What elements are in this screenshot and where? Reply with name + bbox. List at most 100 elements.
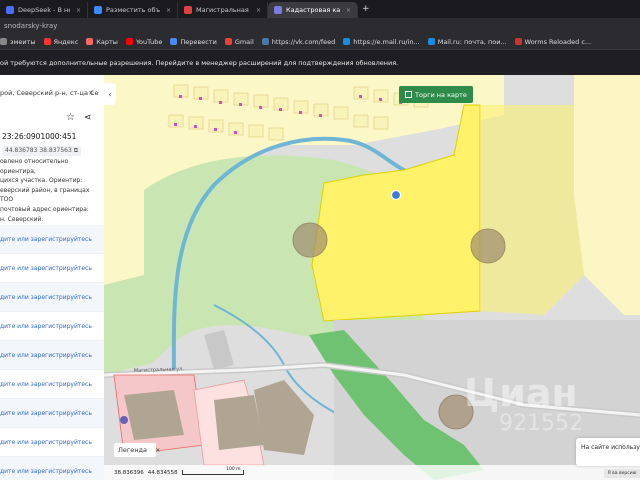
coords-text: 44.836783 38.837563 — [5, 147, 72, 154]
bookmark-item[interactable]: Яндекс — [43, 37, 79, 46]
login-link[interactable]: дите или зарегистрируйтесь — [0, 428, 104, 457]
login-link[interactable]: дите или зарегистрируйтесь — [0, 312, 104, 341]
bookmark-icon — [427, 38, 435, 45]
parcel-sidebar: рой, Северский р-н, ст-ца Се × ☆ ⋖ 23:26… — [0, 75, 104, 480]
map-status-bar: 38.836396 44.834558 100 m — [104, 465, 640, 480]
bookmark-label: Карты — [96, 37, 118, 46]
star-icon[interactable]: ☆ — [66, 112, 75, 123]
extension-notice: ой требуются дополнительные разрешения. … — [0, 51, 640, 75]
description-line: цихся участка. Ориентир: — [0, 177, 83, 185]
tab-close-icon[interactable]: × — [256, 7, 261, 14]
bookmark-item[interactable]: Worms Reloaded с... — [514, 37, 592, 46]
tab-title: Кадастровая карта: Крас — [286, 6, 340, 14]
bookmark-icon — [170, 38, 178, 45]
location-pin-icon[interactable] — [390, 189, 402, 201]
poi-icon[interactable] — [120, 416, 128, 424]
bookmark-label: Яндекс — [53, 37, 79, 46]
torgi-toggle-button[interactable]: Торги на карте — [399, 86, 473, 103]
cookie-accept-button[interactable]: Я ва версию — [604, 469, 640, 478]
bookmarks-bar: змеиты Яндекс Карты YouTube Перевести Gmail ht… — [0, 34, 640, 50]
bookmark-icon — [514, 38, 522, 45]
bookmark-item[interactable]: Перевести — [170, 37, 217, 46]
marker-circle-1[interactable] — [292, 222, 328, 258]
coord-x: 38.836396 — [114, 469, 144, 476]
address-bar[interactable]: snodarsky-kray — [0, 18, 640, 34]
description-line: н. Северский. — [0, 215, 44, 223]
watermark-number: 921552 — [499, 411, 583, 436]
scale-bar: 100 m — [181, 467, 244, 475]
building-1 — [124, 390, 184, 440]
cadastral-number: 23:26:0901000:451 — [2, 132, 77, 141]
login-link[interactable]: дите или зарегистрируйтесь — [0, 254, 104, 283]
bookmark-label: Перевести — [180, 37, 217, 46]
bookmark-label: https://e.mail.ru/in... — [353, 37, 420, 46]
parcel-description: овлено относительно ориентира, цихся учас… — [0, 157, 100, 224]
checkbox-icon — [405, 91, 412, 98]
tab-favicon-icon — [184, 6, 192, 14]
tab-title: DeepSeek - В неизвестн — [18, 6, 70, 14]
tab-bar: DeepSeek - В неизвестн×Разместить объявл… — [0, 0, 640, 18]
url-text: snodarsky-kray — [4, 22, 58, 30]
bookmark-icon — [261, 38, 269, 45]
bookmark-label: https://vk.com/feed — [271, 37, 336, 46]
tab-close-icon[interactable]: × — [166, 7, 171, 14]
description-line: почтовый адрес ориентира: — [0, 205, 89, 213]
cookie-text: На сайте использу — [581, 444, 640, 451]
tab-0[interactable]: DeepSeek - В неизвестн × — [0, 2, 88, 18]
bookmark-label: Worms Reloaded с... — [524, 37, 592, 46]
login-link[interactable]: дите или зарегистрируйтесь — [0, 370, 104, 399]
bookmark-icon — [43, 38, 51, 45]
parcel-coordinates[interactable]: 44.836783 38.837563 ⧉ — [2, 146, 82, 156]
parcel-address: рой, Северский р-н, ст-ца Се — [0, 89, 98, 97]
tab-title: Разместить объявление с — [106, 6, 160, 14]
login-link[interactable]: дите или зарегистрируйтесь — [0, 341, 104, 370]
login-link[interactable]: дите или зарегистрируйтесь — [0, 399, 104, 428]
bookmark-item[interactable]: змеиты — [0, 38, 36, 46]
tab-title: Магистральная улица — — [196, 6, 250, 14]
collapse-sidebar-button[interactable]: ‹ — [104, 83, 116, 105]
legend-button[interactable]: Легенда × — [114, 443, 160, 457]
legend-close-icon[interactable]: × — [155, 446, 160, 454]
bookmark-item[interactable]: https://e.mail.ru/in... — [343, 37, 420, 46]
tab-favicon-icon — [274, 6, 282, 14]
marker-circle-2[interactable] — [470, 228, 506, 264]
tab-close-icon[interactable]: × — [76, 7, 81, 14]
cadastral-map[interactable]: Магистральная ул. Циан 921552 Торги на к… — [104, 75, 640, 480]
bookmark-item[interactable]: Gmail — [224, 37, 254, 46]
notice-text: ой требуются дополнительные разрешения. … — [0, 59, 399, 67]
bookmark-label: YouTube — [135, 37, 163, 46]
chevron-left-icon: ‹ — [108, 89, 112, 99]
tab-favicon-icon — [6, 6, 14, 14]
bookmark-icon — [125, 38, 133, 45]
login-link[interactable]: дите или зарегистрируйтесь — [0, 225, 104, 254]
bookmark-item[interactable]: Карты — [86, 38, 118, 46]
tab-2[interactable]: Магистральная улица — × — [178, 2, 268, 18]
bookmark-icon — [224, 38, 232, 45]
tab-3[interactable]: Кадастровая карта: Крас × — [268, 2, 358, 18]
cookie-banner: На сайте использу — [576, 438, 640, 466]
copy-icon[interactable]: ⧉ — [74, 147, 78, 154]
share-icon[interactable]: ⋖ — [84, 113, 92, 123]
bookmark-label: змеиты — [10, 37, 36, 46]
bookmark-icon — [343, 38, 351, 45]
watermark-logo: Циан — [464, 371, 578, 415]
legend-label: Легенда — [118, 446, 148, 454]
tab-close-icon[interactable]: × — [346, 7, 351, 14]
close-icon[interactable]: × — [88, 89, 94, 97]
bookmark-item[interactable]: Mail.ru: почта, пои... — [427, 37, 507, 46]
bookmark-item[interactable]: https://vk.com/feed — [261, 37, 336, 46]
login-links: дите или зарегистрируйтесь дите или зарег… — [0, 225, 104, 480]
scale-label: 100 m — [226, 467, 241, 472]
tab-favicon-icon — [94, 6, 102, 14]
bookmark-label: Mail.ru: почта, пои... — [437, 37, 507, 46]
bookmark-icon — [86, 38, 94, 45]
description-line: еверский район, в границах ТОО — [0, 186, 90, 204]
new-tab-button[interactable]: + — [362, 4, 370, 14]
login-link[interactable]: дите или зарегистрируйтесь — [0, 457, 104, 480]
bookmark-label: Gmail — [234, 37, 254, 46]
bookmark-item[interactable]: YouTube — [125, 37, 163, 46]
tab-1[interactable]: Разместить объявление с × — [88, 2, 178, 18]
login-link[interactable]: дите или зарегистрируйтесь — [0, 283, 104, 312]
torgi-label: Торги на карте — [415, 90, 467, 99]
coord-y: 44.834558 — [147, 469, 178, 476]
